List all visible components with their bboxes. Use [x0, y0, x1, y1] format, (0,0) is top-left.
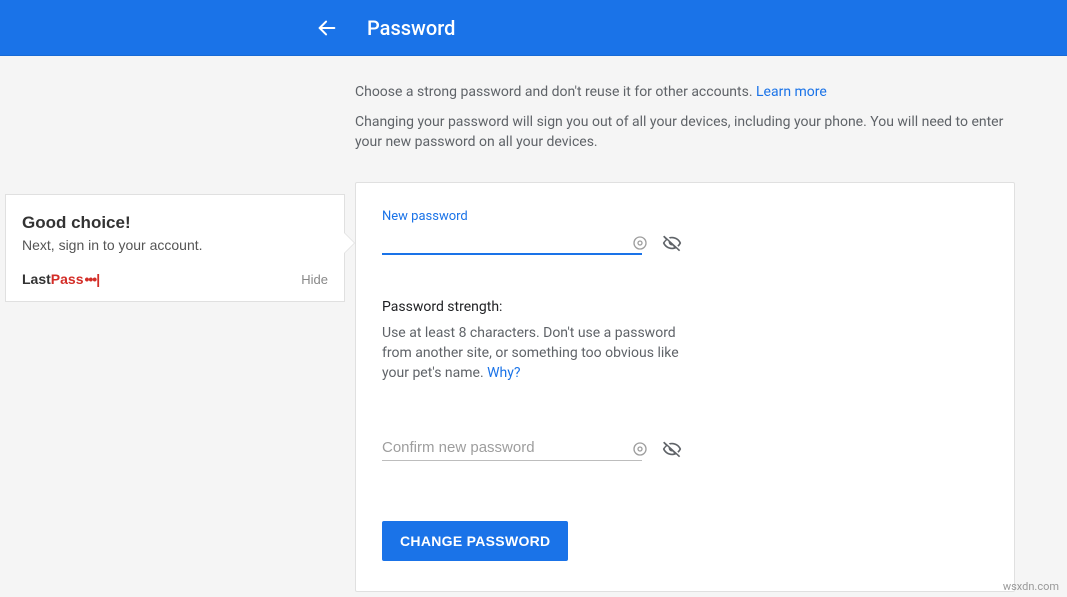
why-link[interactable]: Why? — [487, 365, 520, 381]
confirm-password-field-block — [382, 435, 682, 461]
intro-text-2: Changing your password will sign you out… — [355, 112, 1017, 152]
new-password-label: New password — [382, 209, 682, 224]
lastpass-logo-last: Last — [22, 271, 51, 287]
intro-text-1: Choose a strong password and don't reuse… — [355, 82, 1017, 102]
lastpass-bar-icon: | — [96, 271, 100, 287]
popover-title: Good choice! — [22, 213, 328, 233]
page-title: Password — [367, 16, 455, 40]
password-card: New password Password strength: Use at l… — [355, 182, 1015, 592]
confirm-password-input[interactable] — [382, 435, 642, 461]
password-manager-icon[interactable] — [630, 439, 650, 459]
new-password-field-block: New password — [382, 209, 682, 255]
confirm-password-icons — [630, 439, 682, 459]
password-manager-icon[interactable] — [630, 233, 650, 253]
password-strength-hint: Use at least 8 characters. Don't use a p… — [382, 323, 682, 383]
watermark: wsxdn.com — [1003, 580, 1059, 593]
new-password-icons — [630, 233, 682, 253]
visibility-off-icon[interactable] — [662, 233, 682, 253]
lastpass-logo-pass: Pass — [51, 271, 84, 287]
change-password-button[interactable]: CHANGE PASSWORD — [382, 521, 568, 561]
intro-text-1a: Choose a strong password and don't reuse… — [355, 84, 756, 100]
popover-footer: LastPass•••| Hide — [22, 271, 328, 287]
back-arrow-icon[interactable] — [315, 16, 339, 40]
content: Choose a strong password and don't reuse… — [355, 82, 1017, 592]
lastpass-popover: Good choice! Next, sign in to your accou… — [5, 194, 345, 302]
visibility-off-icon[interactable] — [662, 439, 682, 459]
header: Password — [0, 0, 1067, 56]
lastpass-logo: LastPass•••| — [22, 271, 100, 287]
password-strength-block: Password strength: Use at least 8 charac… — [382, 299, 682, 383]
learn-more-link[interactable]: Learn more — [756, 84, 827, 100]
strength-hint-text: Use at least 8 characters. Don't use a p… — [382, 325, 679, 381]
lastpass-dots-icon: ••• — [85, 271, 97, 287]
new-password-input[interactable] — [382, 228, 642, 255]
popover-hide-button[interactable]: Hide — [301, 272, 328, 287]
popover-subtitle: Next, sign in to your account. — [22, 237, 328, 253]
password-strength-label: Password strength: — [382, 299, 682, 315]
